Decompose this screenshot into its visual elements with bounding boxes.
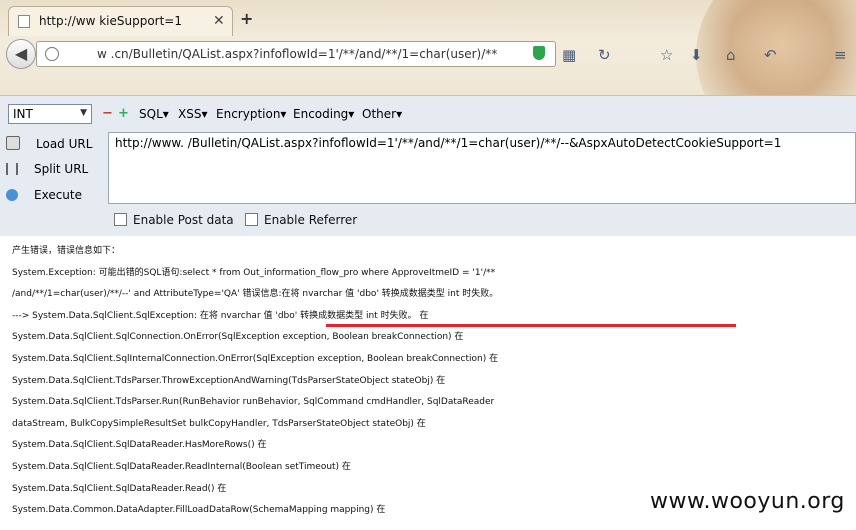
error-line: System.Data.SqlClient.SqlDataReader.Read…	[12, 461, 351, 472]
error-line: System.Exception: 可能出错的SQL语句:select * fr…	[12, 267, 496, 278]
error-message-block: 产生错误，错误信息如下： System.Exception: 可能出错的SQL语…	[12, 241, 856, 522]
close-tab-icon[interactable]: ✕	[213, 13, 225, 29]
reload-icon[interactable]: ↻	[598, 46, 611, 64]
type-select[interactable]: INT ▼	[8, 104, 92, 124]
split-url-button[interactable]: Split URL	[6, 162, 88, 176]
enable-referrer-label: Enable Referrer	[264, 213, 358, 227]
download-icon[interactable]: ⬇	[690, 46, 703, 64]
checkbox-icon[interactable]	[245, 213, 258, 226]
error-line: /and/**/1=char(user)/**/--' and Attribut…	[12, 289, 499, 300]
hackbar-panel: INT ▼ − + SQL▾ XSS▾ Encryption▾ Encoding…	[0, 95, 856, 236]
enable-post-checkbox[interactable]: Enable Post data	[114, 213, 234, 227]
url-textarea[interactable]: http://www. /Bulletin/QAList.aspx?infofl…	[108, 132, 856, 204]
home-icon[interactable]: ⌂	[726, 46, 736, 64]
browser-tab[interactable]: http://ww kieSupport=1 ✕	[8, 6, 233, 36]
load-url-button[interactable]: Load URL	[6, 136, 92, 151]
execute-icon	[6, 189, 18, 201]
new-tab-button[interactable]: +	[240, 9, 253, 28]
split-url-icon	[6, 163, 18, 175]
undo-icon[interactable]: ↶	[764, 46, 777, 64]
bookmark-star-icon[interactable]: ☆	[660, 46, 673, 64]
menu-encoding[interactable]: Encoding▾	[293, 107, 354, 121]
load-url-label: Load URL	[36, 137, 93, 151]
checkbox-icon[interactable]	[114, 213, 127, 226]
execute-label: Execute	[34, 188, 82, 202]
split-url-label: Split URL	[34, 162, 89, 176]
error-line: System.Data.SqlClient.SqlConnection.OnEr…	[12, 332, 464, 343]
highlight-underline	[326, 324, 736, 327]
menu-sql[interactable]: SQL▾	[139, 107, 169, 121]
watermark: www.wooyun.org	[650, 489, 845, 514]
globe-icon	[45, 47, 59, 61]
page-icon	[18, 15, 30, 28]
address-text[interactable]: w .cn/Bulletin/QAList.aspx?infoflowId=1'…	[97, 47, 497, 61]
menu-xss[interactable]: XSS▾	[178, 107, 207, 121]
chevron-down-icon: ▼	[80, 108, 87, 118]
tab-title: http://ww kieSupport=1	[39, 14, 182, 28]
error-line: System.Data.SqlClient.SqlDataReader.HasM…	[12, 440, 267, 451]
error-line: System.Data.SqlClient.TdsParser.ThrowExc…	[12, 375, 446, 386]
minus-icon[interactable]: −	[102, 106, 113, 121]
shield-icon[interactable]	[533, 46, 545, 60]
error-line: System.Data.SqlClient.TdsParser.Run(RunB…	[12, 397, 495, 408]
qr-icon[interactable]: ▦	[562, 46, 576, 64]
enable-post-label: Enable Post data	[133, 213, 234, 227]
error-line: System.Data.SqlClient.SqlInternalConnect…	[12, 353, 499, 364]
error-line: dataStream, BulkCopySimpleResultSet bulk…	[12, 418, 426, 429]
browser-chrome: http://ww kieSupport=1 ✕ + ◀ w .cn/Bulle…	[0, 0, 856, 95]
menu-other[interactable]: Other▾	[362, 107, 402, 121]
url-textarea-value[interactable]: http://www. /Bulletin/QAList.aspx?infofl…	[115, 136, 781, 150]
address-bar[interactable]: w .cn/Bulletin/QAList.aspx?infoflowId=1'…	[36, 41, 556, 67]
plus-icon[interactable]: +	[118, 106, 129, 121]
menu-encryption[interactable]: Encryption▾	[216, 107, 286, 121]
error-line: 产生错误，错误信息如下：	[12, 246, 121, 256]
enable-referrer-checkbox[interactable]: Enable Referrer	[245, 213, 357, 227]
type-select-value: INT	[13, 107, 33, 121]
execute-button[interactable]: Execute	[6, 188, 82, 202]
menu-icon[interactable]: ≡	[834, 46, 847, 64]
load-url-icon	[6, 136, 20, 150]
back-button[interactable]: ◀	[6, 39, 36, 69]
